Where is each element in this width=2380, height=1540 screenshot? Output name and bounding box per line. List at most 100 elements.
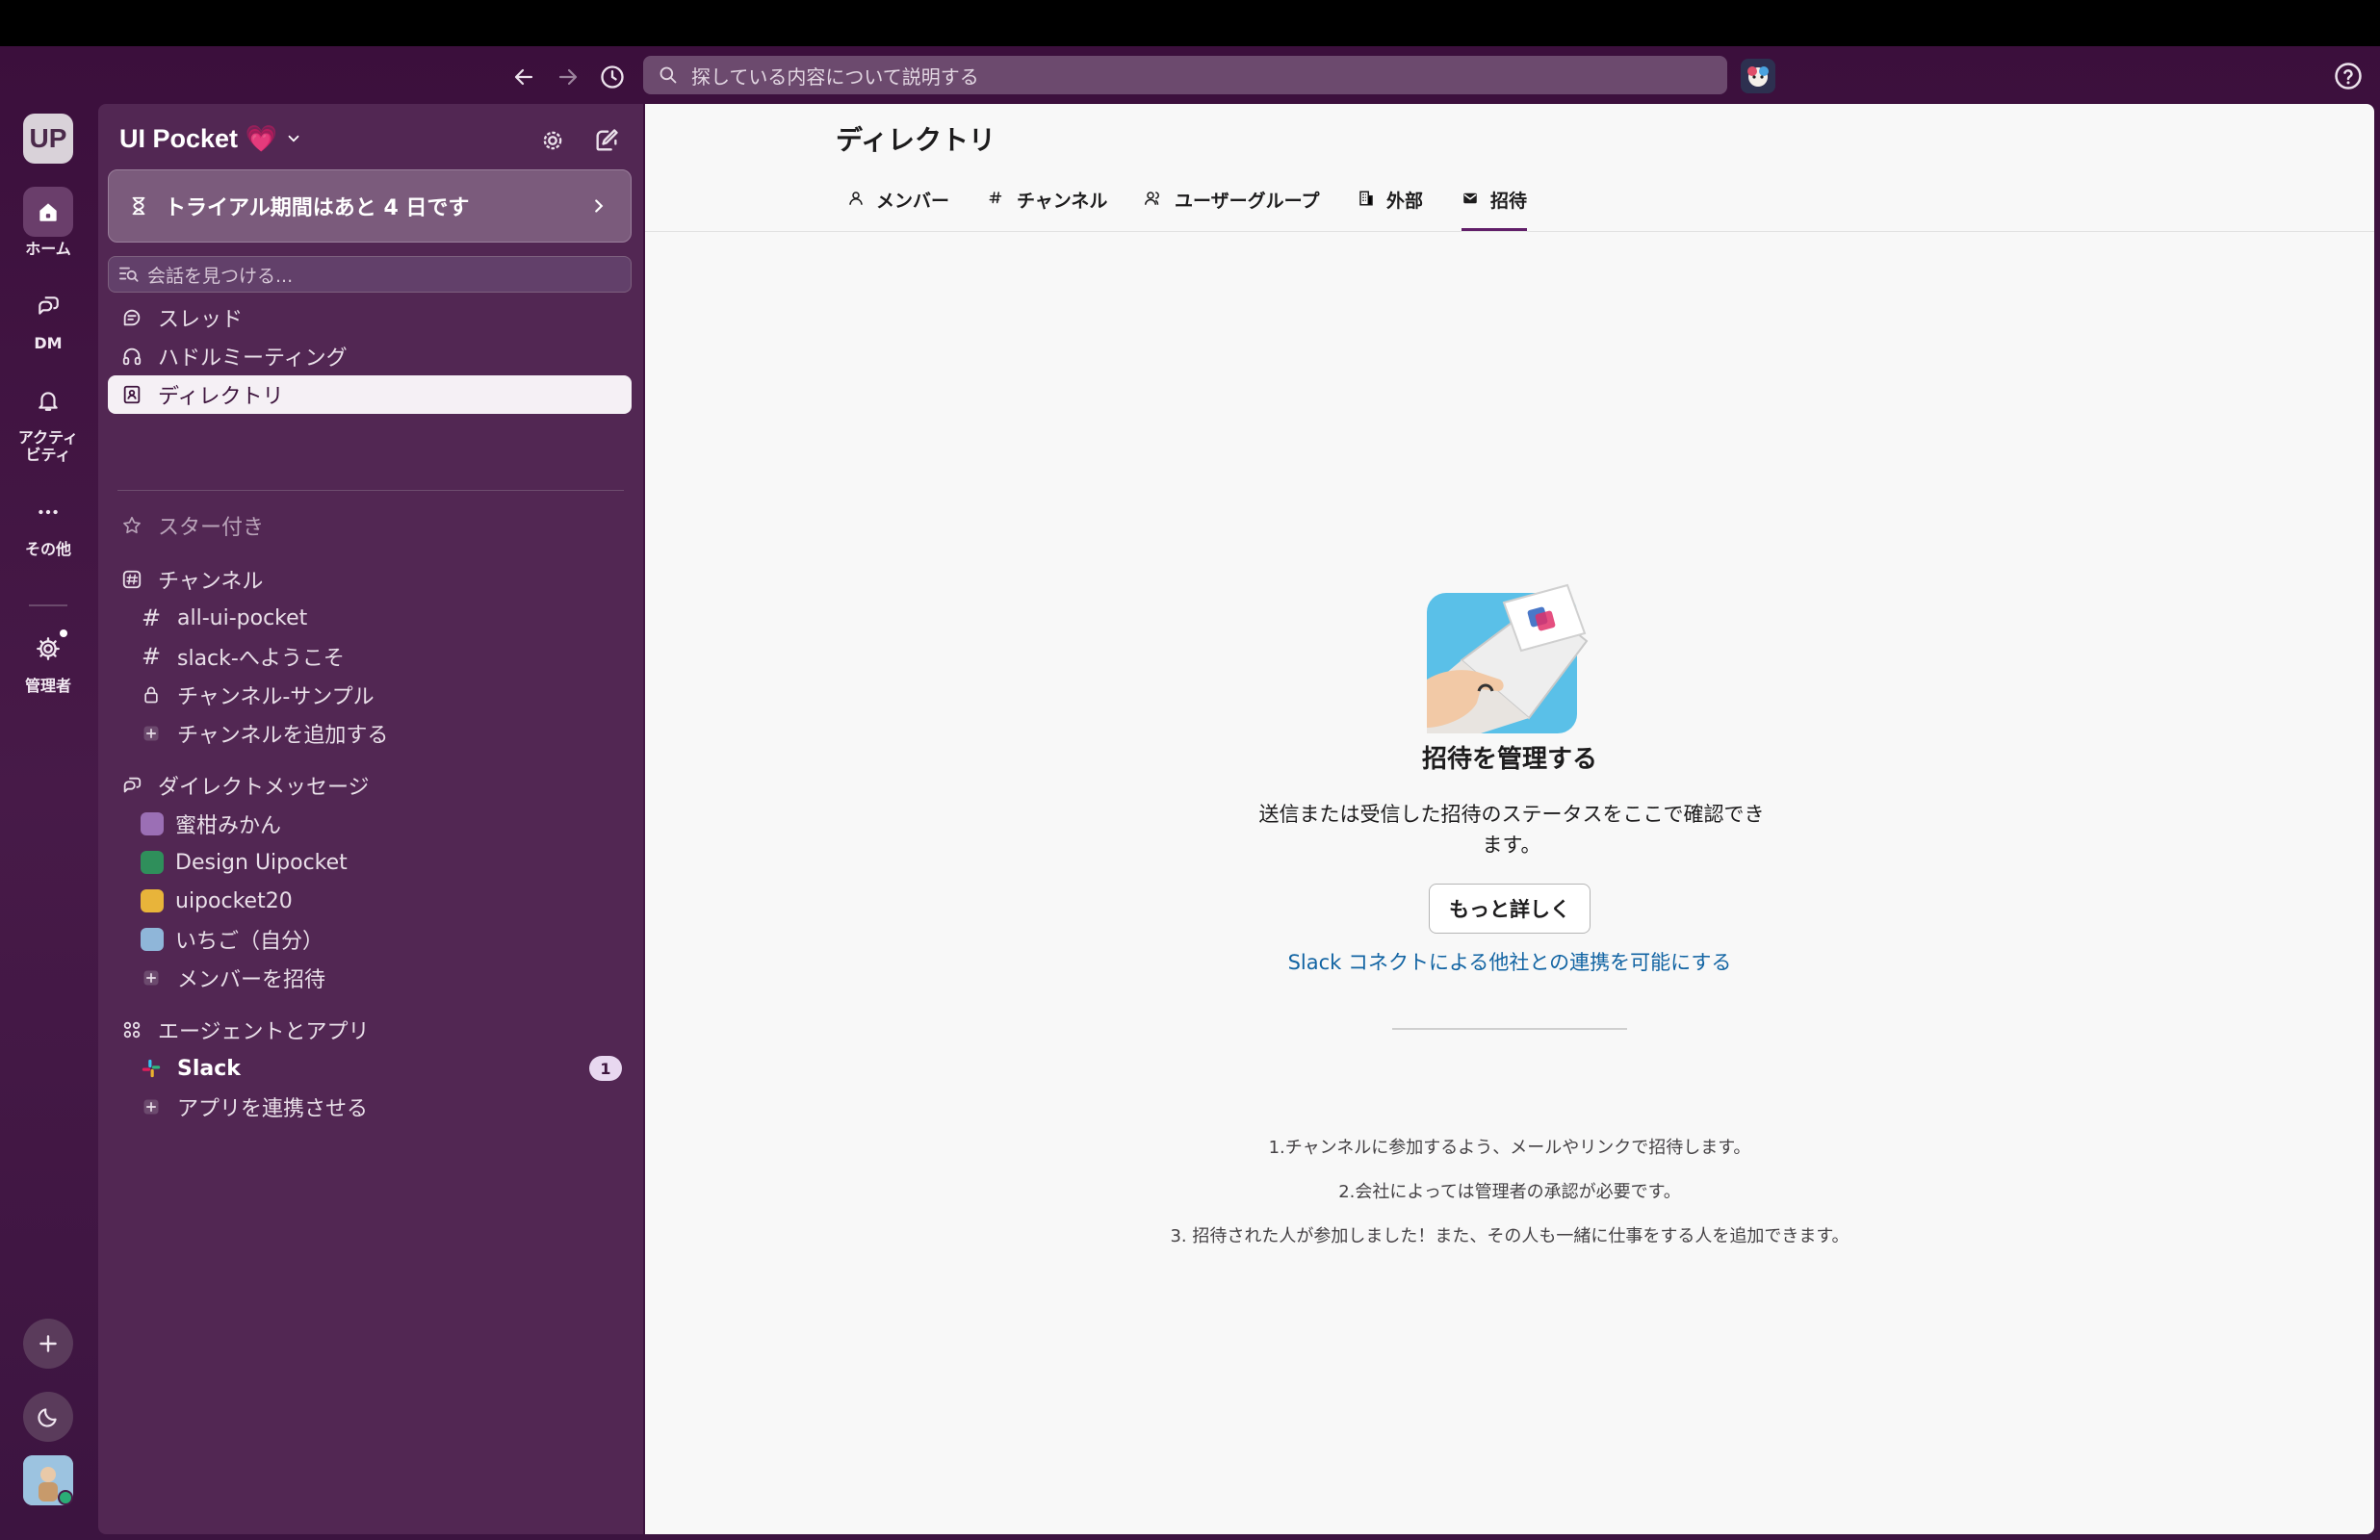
lock-icon xyxy=(141,684,162,706)
settings-button[interactable] xyxy=(533,121,572,160)
page-title: ディレクトリ xyxy=(836,124,996,156)
nav-threads[interactable]: スレッド xyxy=(108,298,632,337)
hash-icon: # xyxy=(141,643,162,670)
workspace-name: UI Pocket 💗 xyxy=(119,124,278,153)
section-apps[interactable]: エージェントとアプリ xyxy=(108,1011,632,1049)
section-channels[interactable]: チャンネル xyxy=(108,560,632,599)
dark-mode-button[interactable] xyxy=(23,1392,73,1442)
add-channel-button[interactable]: チャンネルを追加する xyxy=(108,714,632,753)
rail-more[interactable]: その他 xyxy=(0,487,96,558)
dm-item[interactable]: 蜜柑みかん xyxy=(108,805,632,843)
dm-name: uipocket20 xyxy=(175,888,293,913)
tab-label: 招待 xyxy=(1490,191,1528,212)
invite-step: 2.会社によっては管理者の承認が必要です。 xyxy=(1338,1182,1681,1202)
app-item-slack[interactable]: Slack 1 xyxy=(108,1049,632,1088)
plus-box-icon xyxy=(141,967,162,988)
dm-bubbles-icon xyxy=(23,281,73,331)
nav-directory[interactable]: ディレクトリ xyxy=(108,375,632,414)
plus-box-icon xyxy=(141,723,162,744)
dm-avatar xyxy=(141,851,164,874)
channel-item[interactable]: # all-ui-pocket xyxy=(108,599,632,637)
tab-channels[interactable]: チャンネル xyxy=(988,187,1107,231)
ai-assistant-avatar[interactable] xyxy=(1741,59,1775,93)
connect-app-button[interactable]: アプリを連携させる xyxy=(108,1088,632,1126)
admin-gear-icon xyxy=(23,624,73,674)
starred-label: スター付き xyxy=(158,516,265,540)
nav-directory-label: ディレクトリ xyxy=(158,385,284,409)
dm-avatar xyxy=(141,889,164,912)
envelope-icon xyxy=(1463,192,1477,204)
nav-huddles-label: ハドルミーティング xyxy=(158,346,348,371)
add-workspace-button[interactable] xyxy=(23,1319,73,1369)
channels-header: チャンネル xyxy=(158,570,264,594)
learn-more-button[interactable]: もっと詳しく xyxy=(1429,884,1591,934)
slack-logo-icon xyxy=(141,1058,162,1079)
dm-item[interactable]: いちご（自分） xyxy=(108,920,632,959)
find-conversation-input[interactable]: 会話を見つける... xyxy=(108,256,632,293)
workspace-avatar[interactable]: UP xyxy=(23,114,73,164)
invite-envelope-illustration xyxy=(1423,583,1589,735)
find-placeholder: 会話を見つける... xyxy=(147,265,294,287)
rail-admin[interactable]: 管理者 xyxy=(0,624,96,695)
add-channel-label: チャンネルを追加する xyxy=(177,724,389,748)
slack-connect-link[interactable]: Slack コネクトによる他社との連携を可能にする xyxy=(645,947,2374,976)
tab-members[interactable]: メンバー xyxy=(847,187,949,231)
workspace-switcher[interactable]: UI Pocket 💗 xyxy=(119,123,302,154)
dm-item[interactable]: Design Uipocket xyxy=(108,843,632,882)
channel-name: slack-へようこそ xyxy=(177,647,345,671)
tab-invites[interactable]: 招待 xyxy=(1462,187,1528,231)
user-avatar[interactable] xyxy=(23,1455,73,1505)
compose-button[interactable] xyxy=(587,121,626,160)
search-icon xyxy=(660,66,677,84)
channel-item[interactable]: # slack-へようこそ xyxy=(108,637,632,676)
chevron-right-icon xyxy=(595,199,604,213)
headphones-icon xyxy=(121,346,142,367)
nav-huddles[interactable]: ハドルミーティング xyxy=(108,337,632,375)
channel-item[interactable]: チャンネル-サンプル xyxy=(108,676,632,714)
channel-name: all-ui-pocket xyxy=(177,605,308,630)
search-input[interactable]: 探している内容について説明する xyxy=(643,56,1727,94)
plus-icon xyxy=(39,1335,57,1352)
rail-activity-label: アクティ ビティ xyxy=(17,428,79,464)
channel-sidebar: UI Pocket 💗 トライアル期間はあと 4 日です 会話を見つける... … xyxy=(98,104,643,1534)
rail-admin-label: 管理者 xyxy=(24,677,71,695)
trial-banner[interactable]: トライアル期間はあと 4 日です xyxy=(108,169,632,243)
dm-item[interactable]: uipocket20 xyxy=(108,882,632,920)
section-starred[interactable]: スター付き xyxy=(108,506,632,545)
rail-dm-label: DM xyxy=(34,334,63,352)
trial-text: トライアル期間はあと 4 日です xyxy=(165,196,470,220)
forward-arrow-icon[interactable] xyxy=(551,60,585,94)
home-icon xyxy=(23,187,73,237)
tab-user-groups[interactable]: ユーザーグループ xyxy=(1144,187,1319,231)
moon-icon xyxy=(38,1408,57,1427)
directory-main: ディレクトリ メンバー チャンネル ユーザーグループ 外部 招待 招待を管理する… xyxy=(645,104,2374,1534)
tab-label: 外部 xyxy=(1386,191,1424,212)
dm-name: Design Uipocket xyxy=(175,850,348,875)
hash-icon: # xyxy=(141,604,162,631)
channels-section-icon xyxy=(121,569,142,590)
rail-activity[interactable]: アクティ ビティ xyxy=(0,375,96,464)
tab-label: メンバー xyxy=(876,191,950,212)
channel-name: チャンネル-サンプル xyxy=(177,685,375,709)
star-icon xyxy=(121,515,142,536)
history-clock-icon[interactable] xyxy=(595,60,630,94)
tab-external[interactable]: 外部 xyxy=(1358,187,1423,231)
invite-members-label: メンバーを招待 xyxy=(177,968,326,992)
rail-home[interactable]: ホーム xyxy=(0,187,96,258)
connect-app-label: アプリを連携させる xyxy=(177,1097,369,1121)
section-dms[interactable]: ダイレクトメッセージ xyxy=(108,766,632,805)
back-arrow-icon[interactable] xyxy=(506,60,541,94)
chevron-down-icon xyxy=(288,135,299,142)
help-icon[interactable] xyxy=(2334,62,2365,92)
invite-members-button[interactable]: メンバーを招待 xyxy=(108,959,632,997)
bell-icon xyxy=(23,375,73,425)
rail-more-label: その他 xyxy=(24,540,71,558)
directory-icon xyxy=(121,384,142,405)
dm-name: 蜜柑みかん xyxy=(175,814,282,838)
section-divider xyxy=(1392,1028,1627,1030)
building-icon xyxy=(1359,191,1373,206)
rail-home-label: ホーム xyxy=(25,240,71,258)
dm-avatar xyxy=(141,928,164,951)
rail-dm[interactable]: DM xyxy=(0,281,96,352)
apps-grid-icon xyxy=(121,1019,142,1040)
